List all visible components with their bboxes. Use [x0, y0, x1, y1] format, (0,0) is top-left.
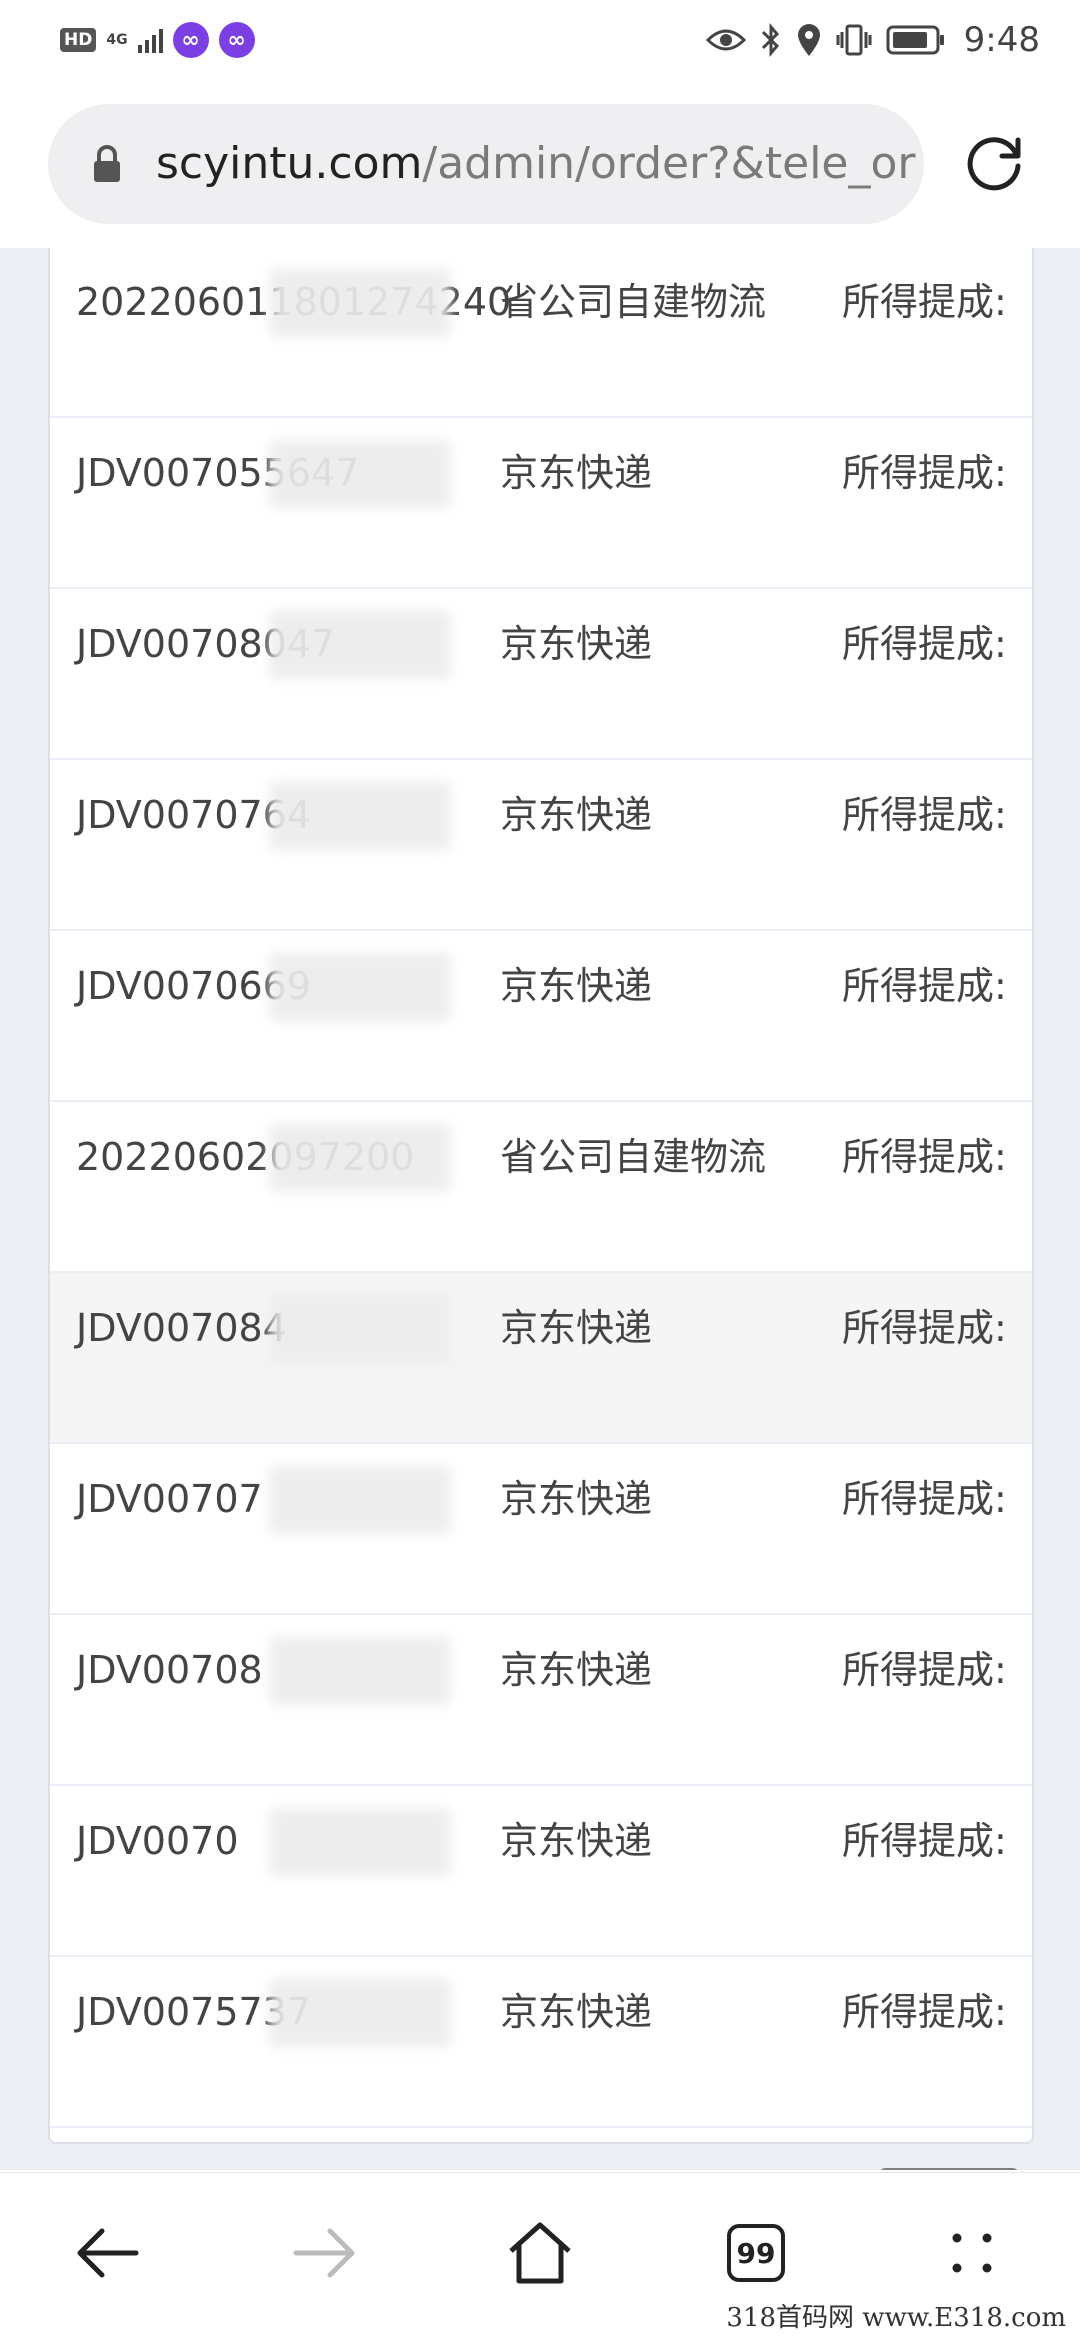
- commission-label: 所得提成:: [842, 622, 1007, 666]
- eye-icon: [705, 29, 746, 51]
- table-row[interactable]: 202206011801274240省公司自建物流所得提成:: [50, 248, 1032, 418]
- order-table: 202206011801274240省公司自建物流所得提成:JDV0070556…: [48, 248, 1034, 2144]
- watermark: 318首码网 www.E318.com: [722, 2297, 1070, 2334]
- table-row[interactable]: 20220602097200 省公司自建物流 所得提成:: [50, 1102, 1032, 1273]
- commission-label: 所得提成:: [842, 1819, 1007, 1863]
- order-number: JDV00707: [76, 1477, 263, 1521]
- url-path: /admin/order?&tele_or: [422, 138, 916, 189]
- commission-label: 所得提成:: [842, 1135, 1007, 1179]
- reload-icon[interactable]: [960, 128, 1028, 196]
- table-row[interactable]: JDV0070 京东快递 所得提成:: [50, 1786, 1032, 1957]
- address-bar[interactable]: scyintu.com/admin/order?&tele_or: [48, 104, 924, 224]
- commission-label: 所得提成:: [842, 793, 1007, 837]
- table-row[interactable]: JDV00708 京东快递 所得提成:: [50, 1615, 1032, 1786]
- table-row[interactable]: JDV007055647 京东快递 所得提成:: [50, 418, 1032, 589]
- shipping-method: 京东快递: [500, 1819, 653, 1863]
- order-number: JDV0070: [76, 1819, 239, 1863]
- battery-icon: [886, 25, 944, 55]
- shipping-method: 京东快递: [500, 964, 653, 1008]
- shipping-method: 京东快递: [500, 451, 653, 495]
- order-number: JDV007084: [76, 1306, 287, 1350]
- signal-icon: [137, 27, 163, 53]
- more-button[interactable]: [932, 2213, 1012, 2293]
- vibrate-icon: [836, 24, 872, 56]
- commission-label: 所得提成:: [842, 1306, 1007, 1350]
- forward-button[interactable]: [284, 2213, 364, 2293]
- order-number: JDV00708: [76, 1648, 263, 1692]
- shipping-method: 京东快递: [500, 1648, 653, 1692]
- scroll-to-top-button[interactable]: [878, 2168, 1020, 2170]
- back-arrow-icon: [77, 2228, 139, 2278]
- commission-label: 所得提成:: [842, 1477, 1007, 1521]
- shipping-method: 京东快递: [500, 1477, 653, 1521]
- redaction-blur: [270, 1466, 450, 1534]
- table-row[interactable]: JDV00708047 京东快递 所得提成:: [50, 589, 1032, 760]
- url-text[interactable]: scyintu.com/admin/order?&tele_or: [156, 134, 916, 194]
- shipping-method: 京东快递: [500, 793, 653, 837]
- table-row[interactable]: JDV0070764 京东快递 所得提成:: [50, 760, 1032, 931]
- commission-label: 所得提成:: [842, 1648, 1007, 1692]
- redaction-blur: [270, 1124, 450, 1192]
- table-row[interactable]: JDV007084 京东快递 所得提成:: [50, 1273, 1032, 1444]
- table-row[interactable]: JDV0075737 京东快递 所得提成:: [50, 1957, 1032, 2128]
- commission-label: 所得提成:: [842, 1990, 1007, 2034]
- clock: 9:48: [963, 20, 1040, 60]
- infinity-app-icon: ∞: [172, 22, 209, 58]
- status-right: 9:48: [705, 18, 1040, 62]
- redaction-blur: [270, 1295, 450, 1363]
- status-bar: HD 4G ∞ ∞ 9:48: [0, 0, 1080, 80]
- table-row[interactable]: JDV0070669 京东快递 所得提成:: [50, 931, 1032, 1102]
- forward-arrow-icon: [293, 2228, 355, 2278]
- shipping-method: 京东快递: [500, 1306, 653, 1350]
- commission-label: 所得提成:: [842, 451, 1007, 495]
- home-icon: [509, 2222, 571, 2284]
- commission-label: 所得提成:: [842, 280, 1007, 324]
- redaction-blur: [270, 782, 450, 850]
- status-left: HD 4G ∞ ∞: [60, 22, 255, 58]
- page-content: 202206011801274240省公司自建物流所得提成:JDV0070556…: [0, 248, 1080, 2170]
- tabs-button[interactable]: 99: [716, 2213, 796, 2293]
- redaction-blur: [270, 269, 450, 337]
- tabs-icon: 99: [727, 2224, 785, 2282]
- redaction-blur: [270, 1979, 450, 2047]
- shipping-method: 省公司自建物流: [500, 1135, 767, 1179]
- redaction-blur: [270, 1637, 450, 1705]
- back-button[interactable]: [68, 2213, 148, 2293]
- more-icon: [952, 2233, 992, 2273]
- network-type: 4G: [106, 32, 128, 48]
- shipping-method: 京东快递: [500, 1990, 653, 2034]
- url-domain: scyintu.com: [156, 138, 423, 189]
- redaction-blur: [270, 953, 450, 1021]
- commission-label: 所得提成:: [842, 964, 1007, 1008]
- home-button[interactable]: [500, 2213, 580, 2293]
- shipping-method: 省公司自建物流: [500, 280, 767, 324]
- infinity-app-icon-2: ∞: [218, 22, 255, 58]
- redaction-blur: [270, 1808, 450, 1876]
- bluetooth-icon: [761, 23, 779, 57]
- table-row[interactable]: JDV00707 京东快递 所得提成:: [50, 1444, 1032, 1615]
- redaction-blur: [270, 611, 450, 679]
- lock-icon: [94, 145, 120, 182]
- redaction-blur: [270, 440, 450, 508]
- location-icon: [797, 24, 820, 56]
- hd-badge: HD: [60, 28, 97, 52]
- shipping-method: 京东快递: [500, 622, 653, 666]
